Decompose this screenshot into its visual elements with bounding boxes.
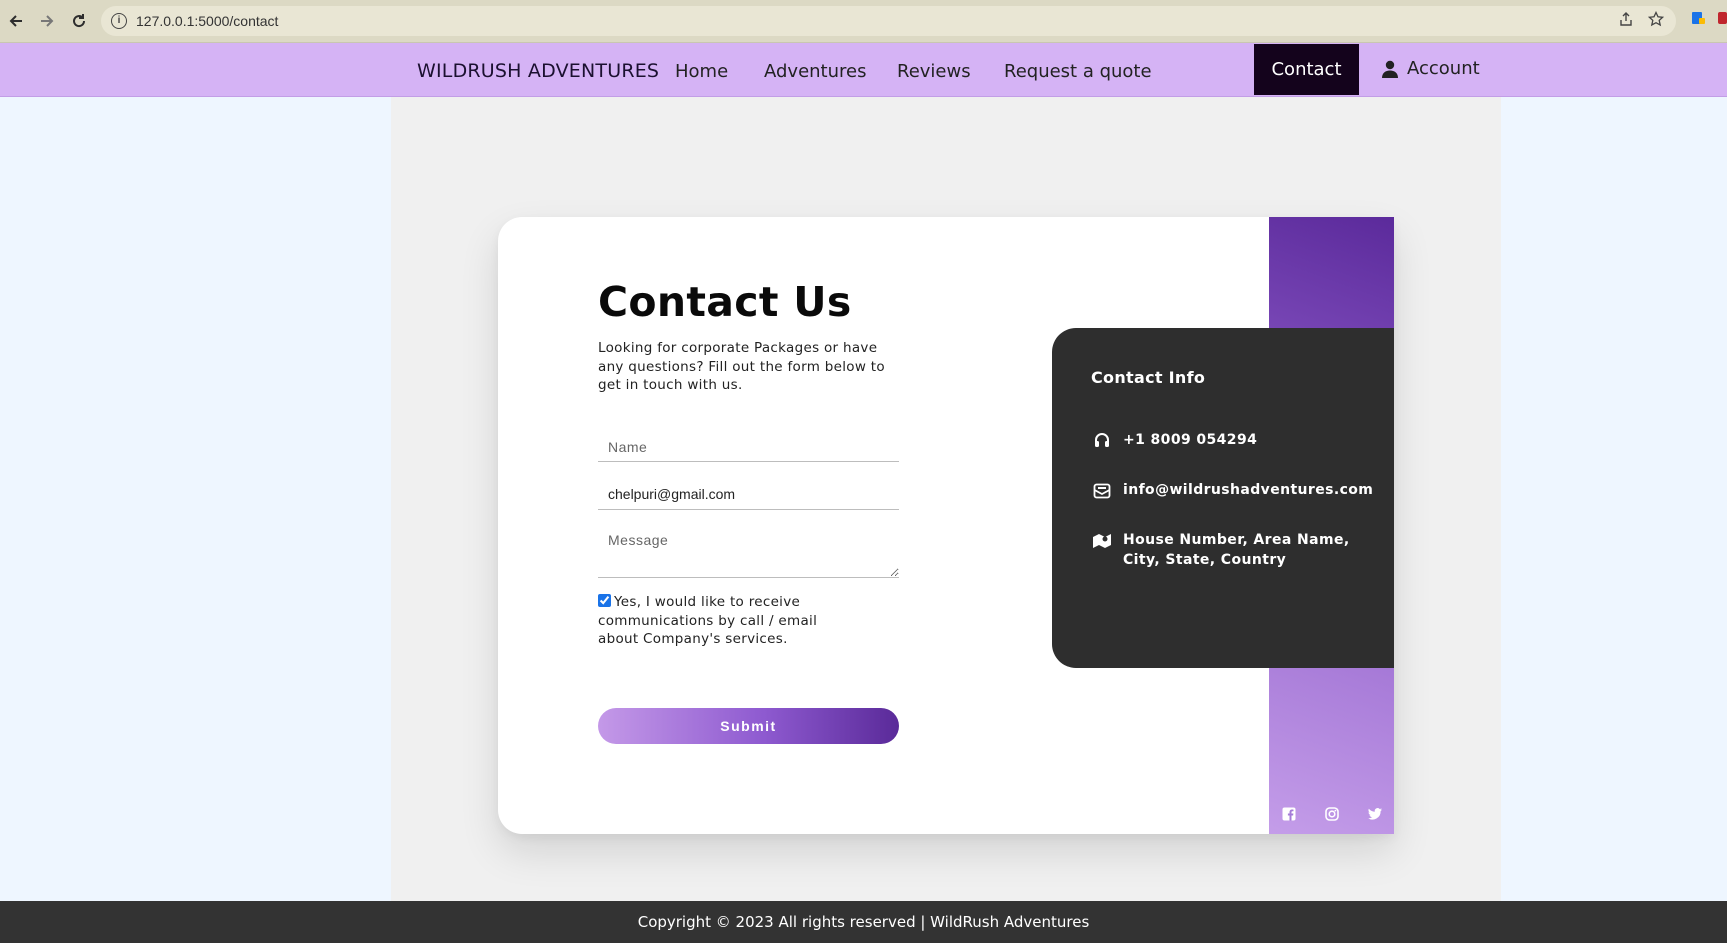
site-footer: Copyright © 2023 All rights reserved | W… [0, 901, 1727, 943]
page-title: Contact Us [598, 278, 852, 326]
headset-icon [1091, 430, 1113, 450]
user-icon [1382, 60, 1398, 78]
address-bar[interactable]: i 127.0.0.1:5000/contact [101, 6, 1676, 36]
browser-toolbar: i 127.0.0.1:5000/contact [0, 0, 1727, 43]
site-info-icon[interactable]: i [111, 13, 127, 29]
extension-icon-2[interactable] [1718, 10, 1727, 31]
nav-link-adventures[interactable]: Adventures [764, 61, 866, 82]
account-link[interactable]: Account [1381, 58, 1480, 79]
nav-link-reviews[interactable]: Reviews [897, 61, 971, 82]
brand-logo-text[interactable]: WILDRUSH ADVENTURES [417, 60, 659, 82]
contact-email[interactable]: info@wildrushadventures.com [1123, 480, 1373, 500]
contact-email-row: info@wildrushadventures.com [1091, 480, 1373, 500]
nav-link-request-quote[interactable]: Request a quote [1004, 61, 1152, 82]
contact-phone-row: +1 8009 054294 [1091, 430, 1257, 450]
contact-address: House Number, Area Name, City, State, Co… [1123, 532, 1350, 568]
consent-checkbox[interactable] [598, 594, 611, 607]
email-field[interactable] [598, 479, 899, 510]
nav-link-contact[interactable]: Contact [1254, 44, 1359, 95]
message-field[interactable] [598, 526, 899, 578]
facebook-icon[interactable] [1281, 806, 1297, 822]
contact-info-panel: Contact Info +1 8009 054294 info@wildrus… [1052, 328, 1394, 668]
reload-icon [73, 14, 86, 28]
contact-phone[interactable]: +1 8009 054294 [1123, 430, 1257, 450]
contact-address-row: House Number, Area Name, City, State, Co… [1091, 530, 1361, 570]
reload-button[interactable] [66, 8, 92, 34]
name-field[interactable] [598, 432, 899, 462]
account-label: Account [1407, 58, 1480, 79]
share-icon[interactable] [1618, 11, 1634, 32]
extension-icon[interactable] [1690, 10, 1706, 31]
back-button[interactable] [3, 8, 29, 34]
arrow-left-icon [9, 15, 22, 27]
footer-copyright: Copyright © 2023 All rights reserved | W… [637, 913, 1090, 931]
url-text[interactable]: 127.0.0.1:5000/contact [136, 13, 278, 29]
arrow-right-icon [41, 15, 54, 27]
site-navbar: WILDRUSH ADVENTURES Home Adventures Revi… [0, 43, 1727, 97]
envelope-icon [1091, 480, 1113, 500]
consent-label: Yes, I would like to receive communicati… [598, 594, 818, 647]
contact-info-title: Contact Info [1091, 368, 1206, 387]
map-marker-icon [1091, 530, 1113, 570]
forward-button[interactable] [34, 8, 60, 34]
twitter-icon[interactable] [1367, 806, 1383, 822]
page-subtitle: Looking for corporate Packages or have a… [598, 340, 885, 393]
instagram-icon[interactable] [1324, 806, 1340, 822]
submit-button[interactable]: Submit [598, 708, 899, 744]
bookmark-star-icon[interactable] [1647, 10, 1665, 32]
consent-group: Yes, I would like to receive communicati… [598, 593, 858, 649]
nav-link-home[interactable]: Home [675, 61, 728, 82]
